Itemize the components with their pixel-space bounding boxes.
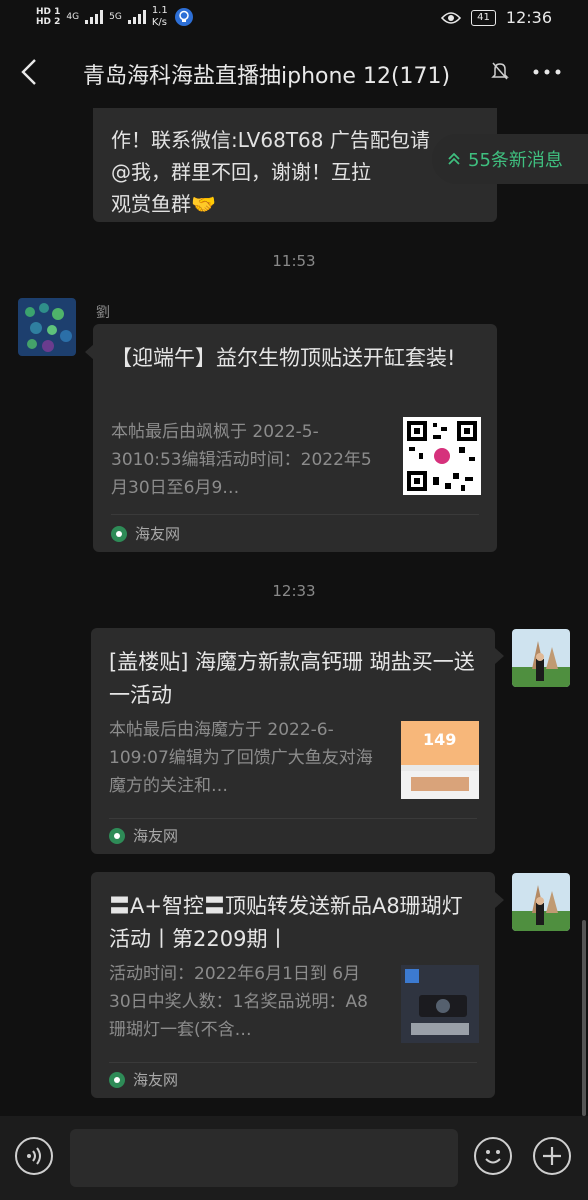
- link-card-description: 活动时间：2022年6月1日到 6月30日中奖人数：1名奖品说明：A8珊瑚灯一套…: [109, 964, 368, 1040]
- chat-title[interactable]: 青岛海科海盐直播抽iphone 12(171): [83, 58, 483, 90]
- link-card-description: 本帖最后由海魔方于 2022-6-109:07编辑为了回馈广大鱼友对海魔方的关注…: [109, 720, 373, 796]
- link-card-message[interactable]: 〓A+智控〓顶贴转发送新品A8珊瑚灯活动丨第2209期丨 活动时间：2022年6…: [91, 872, 495, 1098]
- avatar[interactable]: [18, 298, 76, 356]
- network-4g-label: 4G: [66, 11, 80, 22]
- speed-unit: K/s: [151, 17, 167, 28]
- plus-icon: [543, 1147, 561, 1165]
- eye-comfort-icon: [441, 11, 462, 24]
- haiyou-logo-icon: [111, 525, 127, 542]
- battery-indicator: 41: [471, 9, 496, 26]
- data-speed: 1.1 K/s: [152, 5, 168, 29]
- double-chevron-up-icon: [448, 152, 460, 165]
- plus-button[interactable]: [533, 1137, 571, 1175]
- status-right: 41 12:36: [441, 8, 552, 27]
- status-left: HD 1 HD 2 4G 5G 1.1 K/s: [36, 5, 194, 29]
- haiyou-logo-icon: [109, 1071, 125, 1088]
- signal-icon: [85, 10, 104, 24]
- emoji-icon: [485, 1150, 501, 1164]
- link-card-title: [盖楼贴] 海魔方新款高钙珊 瑚盐买一送一活动: [109, 650, 475, 707]
- haiyou-logo-icon: [109, 827, 125, 844]
- more-dots-icon[interactable]: [532, 56, 562, 88]
- card-source: 海友网: [111, 523, 180, 544]
- card-source-name: 海友网: [135, 525, 181, 543]
- promo-thumbnail: 149: [401, 721, 479, 799]
- qr-code-thumbnail: [403, 417, 481, 495]
- link-card-description: 本帖最后由飒枫于 2022-5-3010:53编辑活动时间：2022年5月30日…: [111, 422, 372, 498]
- sim1-label: HD 1: [36, 7, 61, 17]
- link-card-title: 〓A+智控〓顶贴转发送新品A8珊瑚灯活动丨第2209期丨: [109, 894, 463, 951]
- new-messages-button[interactable]: 55条新消息: [432, 134, 588, 184]
- link-card-message[interactable]: 【迎端午】益尔生物顶贴送开缸套装! 本帖最后由飒枫于 2022-5-3010:5…: [93, 324, 497, 552]
- card-divider: [109, 1062, 477, 1063]
- back-arrow-icon[interactable]: [18, 56, 42, 88]
- message-text-line: 观赏鱼群🤝: [111, 192, 216, 216]
- chat-header: 青岛海科海盐直播抽iphone 12(171): [0, 36, 588, 108]
- signal-icon-2: [127, 10, 146, 24]
- bulb-notification-icon: [174, 8, 193, 26]
- bubble-tail: [495, 892, 504, 908]
- link-card-message[interactable]: [盖楼贴] 海魔方新款高钙珊 瑚盐买一送一活动 本帖最后由海魔方于 2022-6…: [91, 628, 495, 854]
- clock: 12:36: [505, 8, 552, 27]
- bell-off-icon: [491, 62, 509, 80]
- sim2-label: HD 2: [36, 17, 61, 27]
- message-text-line: 作！联系微信:LV68T68 广告配包请: [111, 128, 430, 152]
- product-thumbnail: [401, 965, 479, 1043]
- timestamp: 11:53: [272, 252, 316, 270]
- scrollbar[interactable]: [582, 920, 586, 1116]
- avatar[interactable]: [512, 873, 570, 931]
- card-source: 海友网: [109, 1069, 178, 1090]
- link-card-title: 【迎端午】益尔生物顶贴送开缸套装!: [111, 346, 456, 370]
- new-messages-label: 55条新消息: [468, 150, 563, 171]
- sim-indicators: HD 1 HD 2: [36, 7, 60, 27]
- voice-icon: [27, 1147, 41, 1165]
- card-source-name: 海友网: [133, 827, 179, 845]
- card-source-name: 海友网: [133, 1071, 179, 1089]
- timestamp: 12:33: [272, 582, 316, 600]
- message-text-line: @我，群里不回，谢谢！互拉: [111, 160, 371, 184]
- emoji-button[interactable]: [474, 1137, 512, 1175]
- input-bar: [0, 1116, 588, 1200]
- message-input[interactable]: [70, 1129, 458, 1187]
- bubble-tail: [495, 648, 504, 664]
- card-divider: [109, 818, 477, 819]
- avatar[interactable]: [512, 629, 570, 687]
- network-5g-label: 5G: [109, 11, 122, 22]
- promo-price-text: 149: [423, 730, 457, 749]
- speed-value: 1.1: [151, 5, 168, 16]
- status-bar: HD 1 HD 2 4G 5G 1.1 K/s 41 12:36: [0, 0, 588, 36]
- voice-button[interactable]: [15, 1137, 53, 1175]
- chat-message-list[interactable]: 作！联系微信:LV68T68 广告配包请 @我，群里不回，谢谢！互拉 观赏鱼群🤝…: [0, 108, 588, 1116]
- card-source: 海友网: [109, 825, 178, 846]
- card-divider: [111, 514, 479, 515]
- sender-name: 劉: [96, 305, 110, 321]
